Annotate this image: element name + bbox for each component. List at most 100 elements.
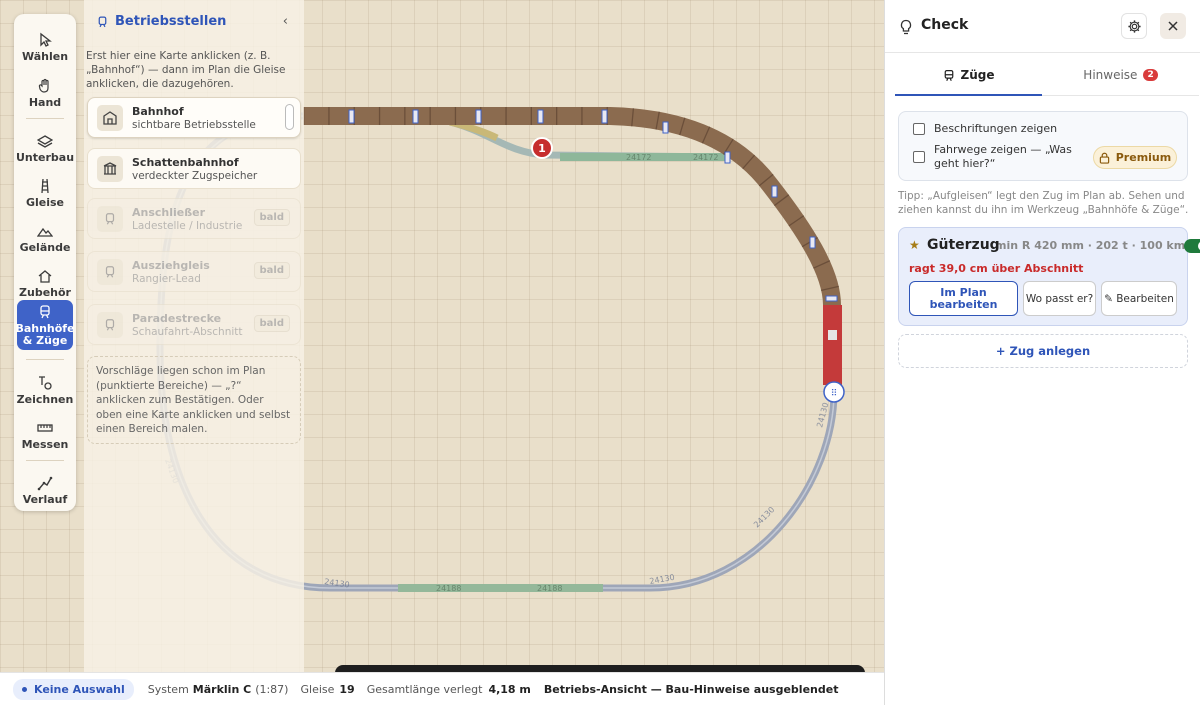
station-track-ties <box>303 107 841 306</box>
tool-gelaende[interactable]: Gelände <box>17 214 73 262</box>
system-scale: (1:87) <box>255 682 289 696</box>
card-scroll-handle[interactable] <box>285 104 294 130</box>
coming-soon-badge: bald <box>253 209 290 226</box>
gear-icon <box>1127 19 1141 33</box>
tool-label: Gelände <box>19 240 71 254</box>
card-bahnhof[interactable]: Bahnhof sichtbare Betriebsstelle <box>87 97 301 138</box>
tool-hand[interactable]: Hand <box>17 69 73 117</box>
tracks-value: 19 <box>339 682 355 696</box>
labels-checkbox[interactable] <box>913 123 925 135</box>
option-label: Beschriftungen zeigen <box>934 122 1058 135</box>
train-icon <box>944 69 953 81</box>
close-icon <box>1168 21 1178 31</box>
tab-label: Hinweise <box>1083 67 1138 82</box>
card-title: Anschließer <box>132 205 206 219</box>
overhang-track[interactable] <box>823 305 842 385</box>
close-button[interactable] <box>1160 13 1186 39</box>
tool-label: Zubehör <box>19 285 71 299</box>
tab-zuege[interactable]: Züge <box>895 56 1042 96</box>
tool-bahnhoefe-zuege[interactable]: Bahnhöfe & Züge <box>15 300 75 350</box>
option-routes[interactable]: Fahrwege zeigen — „Was geht hier?“ <box>913 143 1093 171</box>
tool-label: Hand <box>28 95 62 109</box>
star-icon[interactable]: ★ <box>909 238 920 252</box>
card-subtitle: sichtbare Betriebsstelle <box>132 118 256 131</box>
premium-badge[interactable]: Premium <box>1093 146 1177 169</box>
tool-gleise[interactable]: Gleise <box>17 169 73 217</box>
panel-intro: Erst hier eine Karte anklicken (z. B. „B… <box>86 50 286 90</box>
option-label: Fahrwege zeigen — „Was geht hier?“ <box>934 143 1072 170</box>
tool-messen[interactable]: Messen <box>17 411 73 459</box>
system-value: Märklin C <box>192 682 252 696</box>
tool-label: Messen <box>21 437 69 451</box>
house-icon <box>38 269 52 283</box>
card-subtitle: verdeckter Zugspeicher <box>132 169 258 182</box>
card-title: Paradestrecke <box>132 311 222 325</box>
shadow-station-icon <box>97 155 123 182</box>
track-label: 24172 <box>693 153 718 162</box>
display-options: Beschriftungen zeigen Fahrwege zeigen — … <box>898 111 1188 181</box>
lightbulb-icon <box>900 19 912 35</box>
selection-badge[interactable]: Keine Auswahl <box>13 678 134 700</box>
card-title: Bahnhof <box>132 104 184 118</box>
edit-train-button[interactable]: ✎ Bearbeiten <box>1101 281 1177 316</box>
panel-title: Betriebsstellen <box>96 14 226 29</box>
card-paradestrecke: Paradestrecke Schaufahrt-Abschnitt bald <box>87 304 301 345</box>
tool-palette: Wählen Hand Unterbau Gleise Gelände Zube… <box>14 14 76 511</box>
station-icon <box>97 258 123 285</box>
tool-unterbau[interactable]: Unterbau <box>16 124 74 172</box>
check-panel: Check Züge Hinweise 2 Beschriftungen zei… <box>884 0 1200 705</box>
settings-button[interactable] <box>1121 13 1147 39</box>
layers-icon <box>37 134 53 148</box>
draw-icon <box>39 375 52 390</box>
view-mode: Betriebs-Ansicht — Bau-Hinweise ausgeble… <box>543 682 839 696</box>
lock-icon <box>1099 152 1109 164</box>
card-subtitle: Schaufahrt-Abschnitt <box>132 325 243 338</box>
tool-label: Zeichnen <box>16 392 74 406</box>
card-subtitle: Rangier-Lead <box>132 272 201 285</box>
tab-hinweise[interactable]: Hinweise 2 <box>1042 56 1199 93</box>
tool-verlauf[interactable]: Verlauf <box>17 466 73 514</box>
collapse-panel-button[interactable]: ‹ <box>283 14 288 29</box>
track-markers <box>348 109 838 302</box>
tracks-label: Gleise <box>300 682 335 696</box>
track-label: 24188 <box>436 584 461 593</box>
panel-title-text: Betriebsstellen <box>115 14 227 29</box>
ruler-icon <box>37 423 53 432</box>
card-schattenbahnhof[interactable]: Schattenbahnhof verdeckter Zugspeicher <box>87 148 301 189</box>
length-label: Gesamtlänge verlegt <box>366 682 483 696</box>
tip-text: Tipp: „Aufgleisen“ legt den Zug im Plan … <box>898 190 1189 216</box>
train-meta: min R 420 mm · 202 t · 100 km/h <box>995 239 1198 252</box>
history-icon <box>37 476 53 490</box>
track-label: 24130 <box>752 505 776 529</box>
station-icon <box>98 16 107 27</box>
card-title: Schattenbahnhof <box>132 155 239 169</box>
tool-zeichnen[interactable]: Zeichnen <box>17 366 73 414</box>
option-labels[interactable]: Beschriftungen zeigen <box>913 122 1057 136</box>
edit-in-plan-button[interactable]: Im Plan bearbeiten <box>909 281 1018 316</box>
tool-label: Gleise <box>25 195 65 209</box>
check-tabs: Züge Hinweise 2 <box>895 56 1199 96</box>
tool-select[interactable]: Wählen <box>17 23 73 71</box>
track-icon <box>41 178 49 193</box>
toolbar-divider <box>26 359 64 360</box>
suggestions-hint: Vorschläge liegen schon im Plan (punktie… <box>87 356 301 444</box>
train-toggle[interactable] <box>1184 239 1200 253</box>
train-warning: ragt 39,0 cm über Abschnitt <box>909 262 1084 275</box>
track-label: 24172 <box>626 153 651 162</box>
toolbar-divider <box>26 118 64 119</box>
track-label: 24188 <box>537 584 562 593</box>
terrain-icon <box>37 227 53 237</box>
add-train-button[interactable]: + Zug anlegen <box>898 334 1188 368</box>
train-card: ★ min R 420 mm · 202 t · 100 km/h Güterz… <box>898 227 1200 326</box>
station-track[interactable] <box>303 107 841 306</box>
card-subtitle: Ladestelle / Industrie <box>132 219 243 232</box>
system-label: System <box>147 682 189 696</box>
cursor-icon <box>40 32 52 47</box>
coming-soon-badge: bald <box>253 262 290 279</box>
marker-1-label: 1 <box>538 142 546 155</box>
where-fits-button[interactable]: Wo passt er? <box>1023 281 1096 316</box>
toolbar-divider <box>26 460 64 461</box>
routes-checkbox[interactable] <box>913 151 925 163</box>
connector-handle-glyph: ⠿ <box>831 388 838 399</box>
coming-soon-badge: bald <box>253 315 290 332</box>
